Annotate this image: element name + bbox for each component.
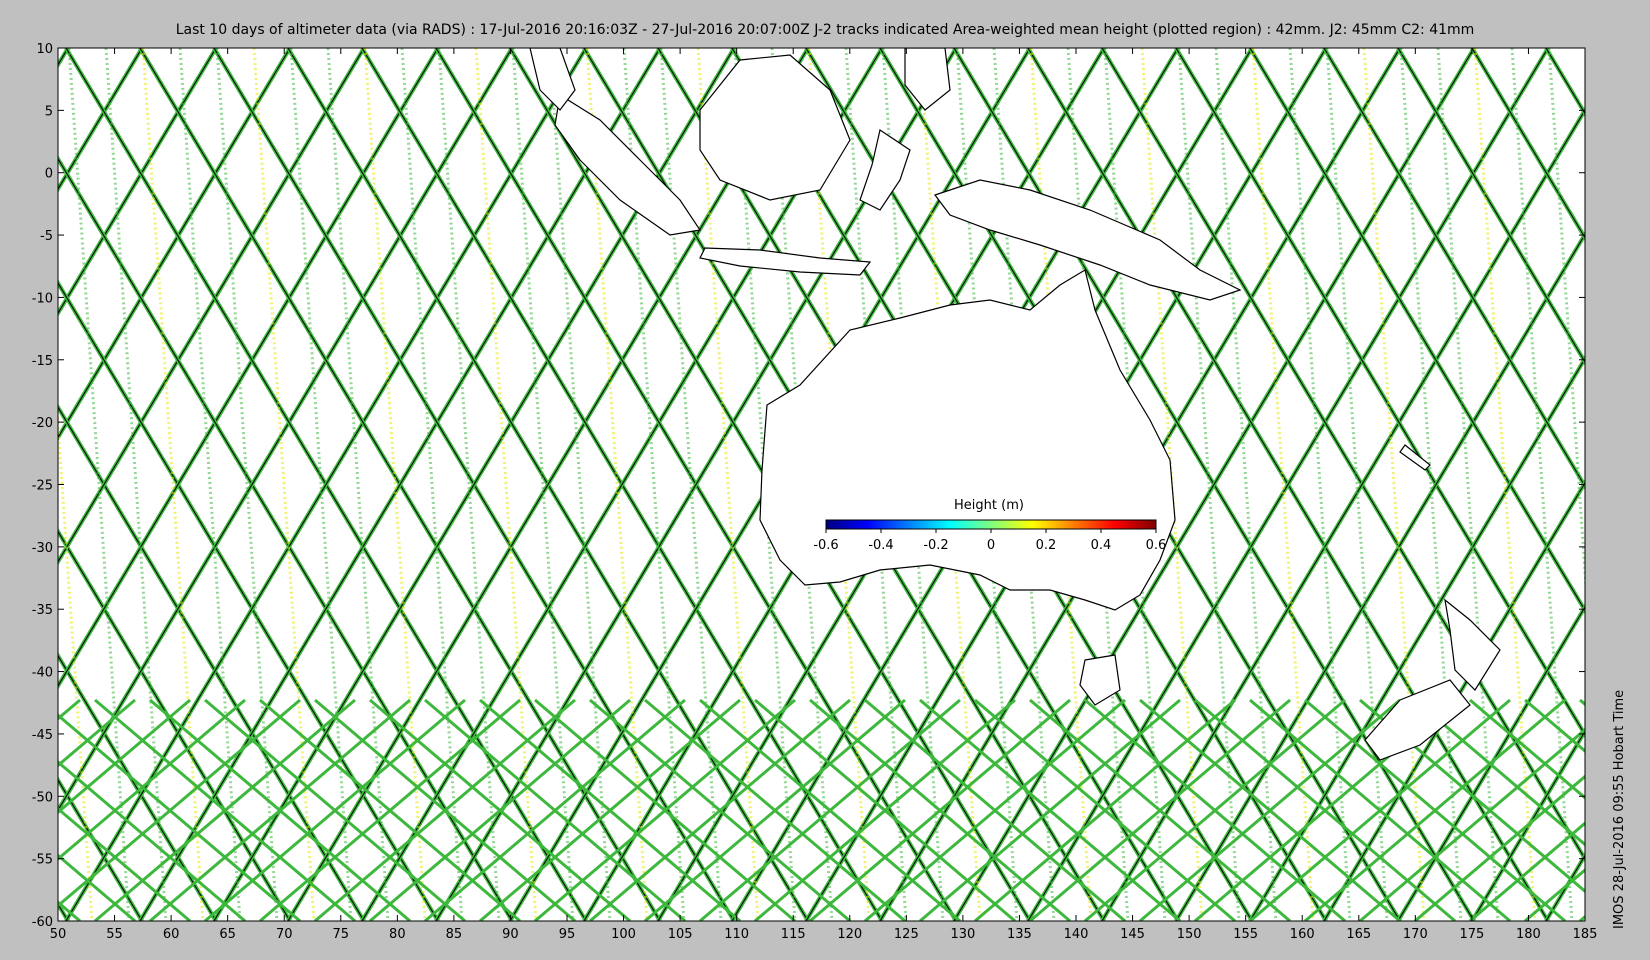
lon-tick-label: 105: [668, 927, 693, 942]
lat-tick-label: -35: [32, 603, 53, 618]
lat-tick-label: -40: [32, 666, 53, 681]
lon-tick-label: 145: [1120, 927, 1145, 942]
lat-tick-label: -25: [32, 479, 53, 494]
colorbar-tick-label: 0.4: [1091, 538, 1112, 553]
lon-tick-label: 100: [611, 927, 636, 942]
lon-tick-label: 90: [502, 927, 519, 942]
lon-tick-label: 60: [163, 927, 180, 942]
lat-tick-label: -30: [32, 541, 53, 556]
lon-tick-label: 70: [276, 927, 293, 942]
lon-tick-label: 130: [950, 927, 975, 942]
track-swath: [0, 700, 25, 921]
colorbar-tick-label: -0.2: [923, 538, 948, 553]
colorbar-tick-label: -0.6: [813, 538, 838, 553]
lat-tick-label: -50: [32, 790, 53, 805]
lat-tick-label: 5: [45, 104, 53, 119]
lon-tick-label: 135: [1007, 927, 1032, 942]
lat-tick-label: -10: [32, 291, 53, 306]
lat-tick-label: 0: [45, 167, 53, 182]
lon-tick-label: 170: [1403, 927, 1428, 942]
lat-tick-label: 10: [36, 42, 53, 57]
dense-swath: [1623, 48, 1650, 921]
lon-tick-label: 160: [1290, 927, 1315, 942]
lat-tick-label: -20: [32, 416, 53, 431]
lon-tick-label: 80: [389, 927, 406, 942]
lon-tick-label: 125: [894, 927, 919, 942]
colorbar-tick-label: -0.4: [868, 538, 893, 553]
lat-tick-label: -45: [32, 728, 53, 743]
lon-tick-label: 75: [333, 927, 350, 942]
track-swath: [1635, 700, 1650, 921]
dense-swath: [0, 48, 18, 921]
lon-tick-label: 120: [837, 927, 862, 942]
lon-tick-label: 180: [1516, 927, 1541, 942]
track-swath: [0, 700, 25, 921]
lon-tick-label: 55: [106, 927, 123, 942]
lon-tick-label: 85: [446, 927, 463, 942]
colorbar-bar: [825, 519, 1157, 530]
lon-tick-label: 115: [781, 927, 806, 942]
altimeter-map-plot: Height (m) -0.6 -0.4 -0.2 0 0.2 0.4 0.6 50 55 60…: [0, 42, 1650, 942]
track-swath: [1635, 700, 1650, 921]
lat-tick-label: -55: [32, 853, 53, 868]
lon-tick-label: 140: [1064, 927, 1089, 942]
colorbar-tick-label: 0: [987, 538, 995, 553]
footer-timestamp: IMOS 28-Jul-2016 09:55 Hobart Time: [1612, 689, 1627, 929]
lon-tick-label: 185: [1573, 927, 1598, 942]
lat-tick-label: -60: [32, 915, 53, 930]
lat-tick-label: -15: [32, 354, 53, 369]
colorbar-title: Height (m): [954, 498, 1024, 513]
lon-tick-label: 95: [559, 927, 576, 942]
lat-tick-label: -5: [40, 229, 53, 244]
colorbar-tick-label: 0.2: [1036, 538, 1057, 553]
lon-tick-label: 150: [1177, 927, 1202, 942]
lon-tick-label: 110: [724, 927, 749, 942]
lon-tick-label: 175: [1459, 927, 1484, 942]
lon-tick-label: 155: [1233, 927, 1258, 942]
lon-tick-label: 65: [219, 927, 236, 942]
colorbar-tick-label: 0.6: [1146, 538, 1167, 553]
lon-tick-label: 165: [1346, 927, 1371, 942]
